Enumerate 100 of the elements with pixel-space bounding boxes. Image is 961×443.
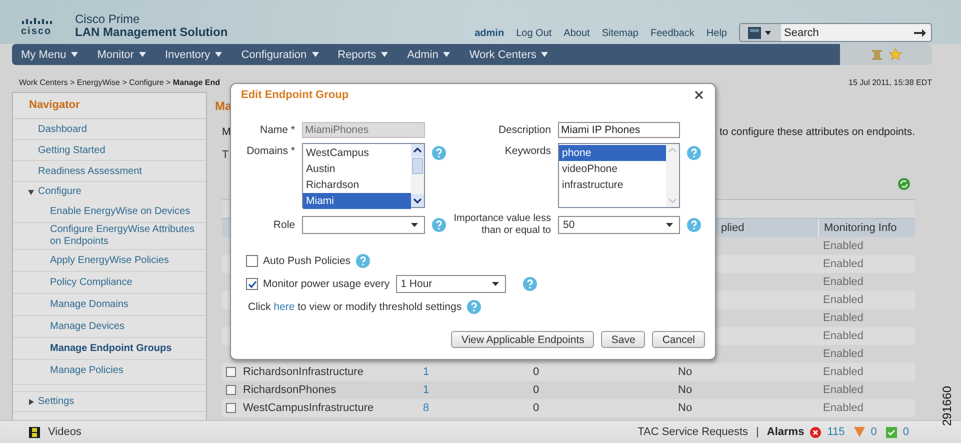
navigator-item[interactable]: Manage Domains [50, 298, 128, 310]
table-cell: Enabled [823, 240, 864, 252]
help-icon[interactable] [432, 218, 446, 232]
row-checkbox[interactable] [226, 403, 236, 413]
help-icon[interactable] [432, 146, 446, 160]
caret-icon [492, 282, 499, 286]
help-icon[interactable] [466, 300, 481, 314]
scrollbar[interactable] [411, 144, 424, 207]
header-link[interactable]: About [564, 28, 590, 39]
alarm-count[interactable]: 115 [827, 426, 845, 438]
dialog-button[interactable]: View Applicable Endpoints [451, 331, 594, 348]
film-icon [29, 426, 40, 438]
header-link[interactable]: Help [706, 28, 727, 39]
navigator-item[interactable]: Manage Policies [50, 364, 124, 376]
alarms-label: Alarms [766, 426, 804, 438]
refresh-icon[interactable] [897, 177, 911, 191]
description-field[interactable]: Miami IP Phones [558, 122, 680, 138]
list-option[interactable]: infrastructure [559, 177, 666, 193]
checkbox-label: Auto Push Policies [263, 255, 351, 267]
interval-select[interactable]: 1 Hour [396, 275, 506, 293]
header-link[interactable]: Sitemap [602, 28, 638, 39]
checkbox[interactable] [246, 278, 258, 290]
header-link[interactable]: Feedback [650, 28, 694, 39]
alarm-count[interactable]: 0 [870, 426, 877, 438]
navigator-item[interactable]: Policy Compliance [50, 276, 132, 288]
intro-text: M [222, 126, 231, 138]
table-cell: No [678, 402, 692, 414]
dialog-button[interactable]: Save [601, 331, 646, 348]
expander-icon[interactable] [28, 398, 34, 404]
table-cell: RichardsonPhones [243, 384, 336, 396]
row-checkbox[interactable] [226, 385, 236, 395]
navigator-item[interactable]: Manage Devices [50, 320, 124, 332]
menu-item[interactable]: Admin [400, 44, 458, 65]
alarm-count[interactable]: 0 [902, 426, 909, 438]
tac-link[interactable]: TAC Service Requests [638, 426, 748, 438]
caret-icon [666, 223, 673, 227]
logo-text: cisco [21, 26, 52, 37]
keywords-listbox[interactable]: phone videoPhone infrastructure [558, 143, 680, 208]
list-option[interactable]: Miami [303, 193, 411, 209]
username: admin [474, 28, 504, 39]
star-icon[interactable] [888, 48, 902, 61]
field-label: Importance value less than or equal to [453, 213, 551, 237]
list-option[interactable]: videoPhone [559, 161, 666, 177]
cisco-bars-icon [21, 18, 55, 26]
menu-item[interactable]: Monitor [90, 44, 153, 65]
help-icon[interactable] [356, 254, 370, 268]
list-option[interactable]: Richardson [303, 177, 411, 193]
menu-item[interactable]: Reports [330, 44, 396, 65]
caret-icon [138, 52, 146, 57]
navigator-item[interactable]: Configure EnergyWise Attributes on Endpoints [50, 224, 204, 248]
row-checkbox[interactable] [226, 367, 236, 377]
caret-icon [71, 52, 78, 57]
checkbox[interactable] [246, 255, 258, 267]
here-link[interactable]: here [274, 301, 295, 313]
role-select[interactable] [302, 216, 425, 234]
help-icon[interactable] [687, 146, 701, 160]
importance-select[interactable]: 50 [558, 216, 680, 234]
navigator-item[interactable]: Configure [38, 186, 82, 197]
navigator-item[interactable]: Getting Started [38, 144, 106, 156]
timestamp: 15 Jul 2011, 15:38 EDT [848, 78, 932, 86]
navigator-item[interactable]: Settings [38, 396, 74, 407]
navigator-item[interactable]: Readiness Assessment [38, 166, 142, 176]
field-label: Description [497, 124, 551, 136]
menu-item[interactable]: Inventory [158, 44, 230, 65]
table-cell: Enabled [823, 366, 864, 378]
scroll-up-icon[interactable] [411, 144, 424, 157]
field-label: Keywords [504, 145, 551, 157]
videos-link[interactable]: Videos [48, 426, 82, 438]
list-option[interactable]: Austin [303, 161, 411, 177]
table-cell: Enabled [823, 312, 864, 324]
table-cell: WestCampusInfrastructure [243, 402, 374, 414]
expander-icon[interactable] [28, 188, 34, 194]
help-icon[interactable] [522, 277, 537, 291]
dialog-button[interactable]: Cancel [652, 331, 705, 348]
navigator-item[interactable]: Apply EnergyWise Policies [50, 254, 169, 266]
count-link[interactable]: 8 [423, 402, 430, 414]
navigator-item[interactable]: Dashboard [38, 124, 87, 134]
table-cell: Enabled [823, 384, 864, 396]
menu-item[interactable]: Work Centers [462, 44, 556, 65]
help-icon[interactable] [687, 218, 701, 232]
count-link[interactable]: 1 [423, 366, 430, 378]
table-cell: 0 [533, 384, 540, 396]
list-option[interactable]: WestCampus [303, 145, 411, 161]
navigator-item[interactable]: Manage Endpoint Groups [50, 342, 172, 354]
table-cell: No [678, 366, 692, 378]
close-icon[interactable] [695, 91, 703, 99]
threshold-text: Click here to view or modify threshold settings [248, 301, 462, 313]
scroll-down-icon[interactable] [411, 194, 424, 207]
table-cell: Enabled [823, 330, 864, 342]
domains-listbox[interactable]: WestCampus Austin Richardson Miami [302, 143, 425, 208]
table-cell: Enabled [823, 276, 864, 288]
menu-item[interactable]: My Menu [14, 44, 86, 65]
navigator-item[interactable]: Enable EnergyWise on Devices [50, 206, 190, 218]
figure-number: 291660 [940, 386, 954, 426]
list-option[interactable]: phone [559, 145, 666, 161]
table-cell: RichardsonInfrastructure [243, 366, 364, 378]
navigator-title: Navigator [13, 93, 206, 119]
menu-item[interactable]: Configuration [234, 44, 326, 65]
table-cell: 0 [533, 366, 540, 378]
header-link[interactable]: Log Out [516, 28, 552, 39]
